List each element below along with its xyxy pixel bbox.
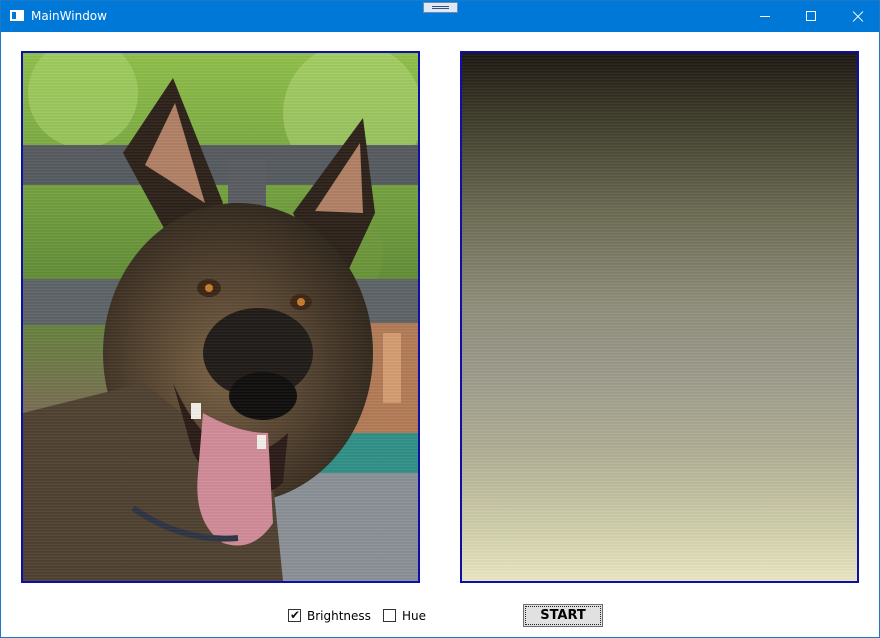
maximize-icon[interactable]	[788, 1, 834, 32]
drag-grip-icon[interactable]	[423, 2, 458, 13]
minimize-icon[interactable]	[742, 1, 788, 32]
brightness-checkbox[interactable]: ✔	[288, 608, 301, 622]
result-image-panel	[460, 51, 859, 583]
title-bar[interactable]: MainWindow	[1, 1, 879, 32]
hue-checkbox[interactable]	[383, 609, 396, 622]
hue-label[interactable]: Hue	[402, 609, 426, 623]
close-icon[interactable]	[834, 1, 880, 32]
window-title: MainWindow	[31, 9, 107, 23]
processed-image	[462, 53, 857, 581]
checkmark-icon: ✔	[290, 608, 301, 622]
brightness-label[interactable]: Brightness	[307, 609, 371, 623]
source-image-panel	[21, 51, 420, 583]
start-button[interactable]: START	[523, 604, 603, 627]
app-window-icon	[10, 10, 24, 21]
